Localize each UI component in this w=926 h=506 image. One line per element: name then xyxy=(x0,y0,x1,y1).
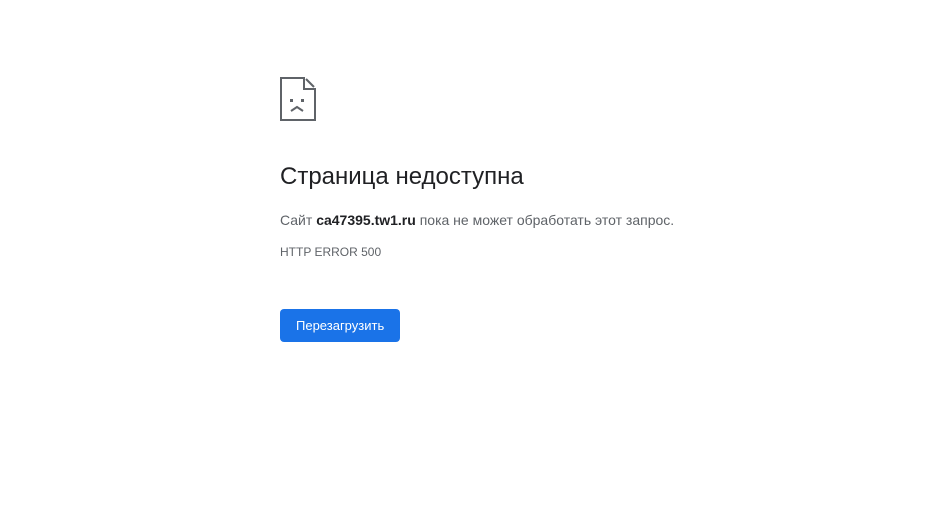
error-icon-wrap xyxy=(280,77,780,121)
error-code: HTTP ERROR 500 xyxy=(280,245,780,259)
broken-page-icon xyxy=(280,77,316,121)
reload-button[interactable]: Перезагрузить xyxy=(280,309,400,342)
message-prefix: Сайт xyxy=(280,212,316,228)
page-title: Страница недоступна xyxy=(280,161,780,192)
message-suffix: пока не может обработать этот запрос. xyxy=(416,212,674,228)
site-host: ca47395.tw1.ru xyxy=(316,212,416,228)
error-container: Страница недоступна Сайт ca47395.tw1.ru … xyxy=(280,77,780,342)
error-message: Сайт ca47395.tw1.ru пока не может обрабо… xyxy=(280,210,780,231)
